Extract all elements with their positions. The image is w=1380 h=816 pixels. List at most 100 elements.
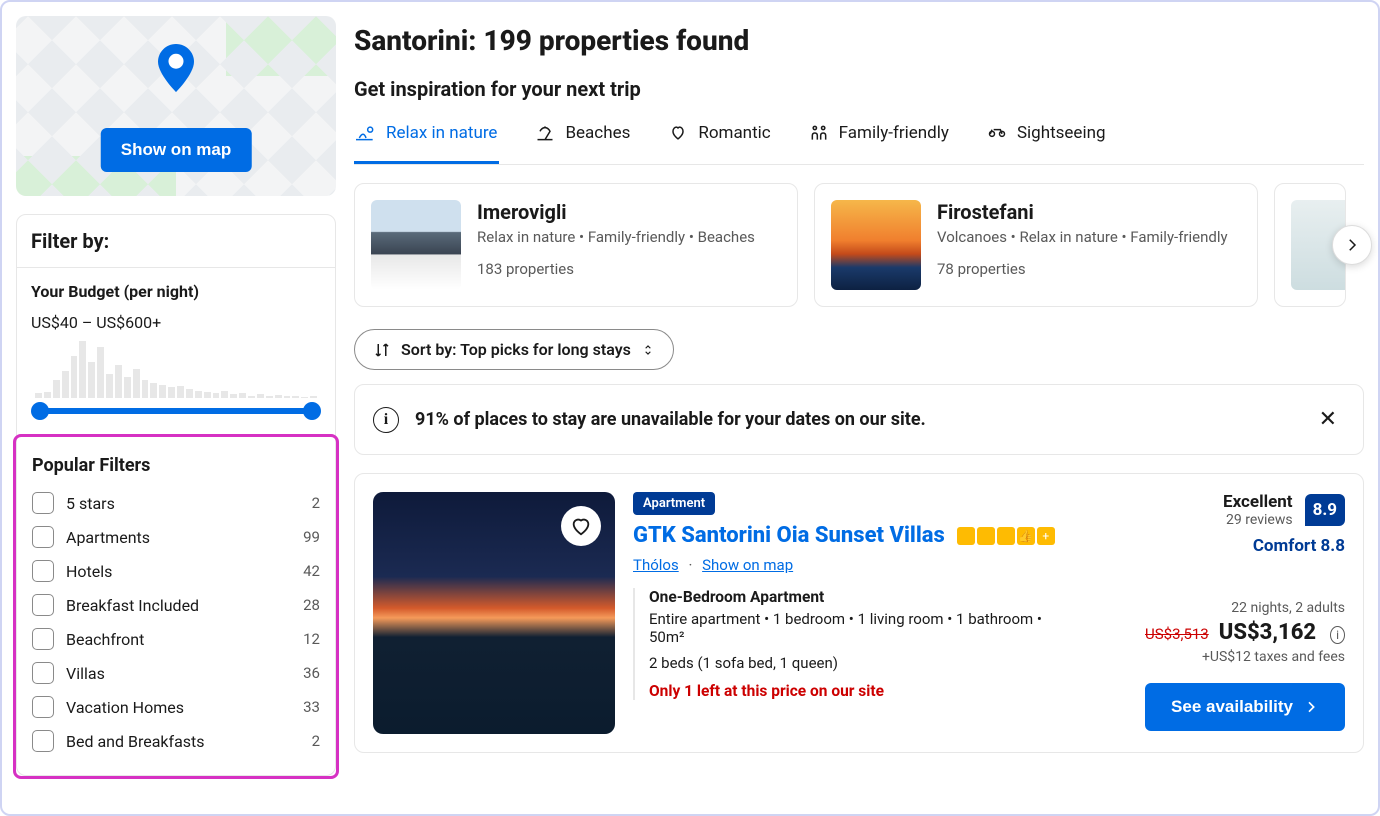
location-link[interactable]: Thólos [633,556,679,574]
filter-row[interactable]: Vacation Homes 33 [30,690,322,724]
banner-text: 91% of places to stay are unavailable fo… [415,409,1295,430]
filter-row[interactable]: 5 stars2 [30,486,322,520]
property-title-link[interactable]: GTK Santorini Oia Sunset Villas [633,523,945,548]
filter-count: 12 [303,630,320,648]
slider-knob-min[interactable] [31,402,49,420]
budget-range: US$40 – US$600+ [31,313,321,332]
budget-section: Your Budget (per night) US$40 – US$600+ [17,268,335,434]
price-current: US$3,162 [1219,620,1316,645]
inspiration-count: 183 properties [477,260,755,278]
inspiration-tabs: Relax in nature Beaches Romantic Family-… [354,113,1364,165]
inspiration-count: 78 properties [937,260,1228,278]
romantic-icon [668,123,688,143]
budget-slider[interactable] [31,400,321,420]
room-description: Entire apartment • 1 bedroom • 1 living … [649,610,1069,646]
inspiration-thumb [831,200,921,290]
filter-count: 33 [303,698,320,716]
review-score: 8.9 [1305,494,1345,526]
filter-label: Breakfast Included [66,596,199,615]
tab-family-friendly[interactable]: Family-friendly [807,113,951,164]
map-preview[interactable]: Show on map [16,16,336,196]
popular-filters-section: Popular Filters 5 stars2Apartments99Hote… [13,434,339,779]
tab-label: Sightseeing [1017,123,1106,143]
chevron-right-icon [1303,699,1319,715]
inspiration-heading: Get inspiration for your next trip [354,77,1364,101]
heart-icon [570,515,592,537]
inspiration-tags: Relax in nature • Family-friendly • Beac… [477,228,755,246]
filter-checkbox[interactable] [32,560,54,582]
filter-count: 2 [312,732,320,750]
chevron-updown-icon [641,343,655,357]
room-title: One-Bedroom Apartment [649,588,1145,606]
filter-row[interactable]: Bed and Breakfasts 2 [30,724,322,758]
tab-romantic[interactable]: Romantic [666,113,772,164]
tab-label: Beaches [565,123,630,143]
inspiration-cards: Imerovigli Relax in nature • Family-frie… [354,183,1364,307]
availability-banner: i 91% of places to stay are unavailable … [354,384,1364,455]
filter-label: Vacation Homes [66,698,184,717]
sort-label: Sort by: Top picks for long stays [401,340,631,359]
tab-label: Family-friendly [839,123,949,143]
filter-count: 42 [303,562,320,580]
score-word: Excellent [1223,492,1293,512]
map-pin-icon [158,44,194,96]
beach-icon [535,123,555,143]
filter-row[interactable]: Hotels42 [30,554,322,588]
binoculars-icon [987,123,1007,143]
inspiration-thumb [371,200,461,290]
filter-count: 2 [312,494,320,512]
filter-checkbox[interactable] [32,492,54,514]
chevron-right-icon [1343,236,1361,254]
inspiration-tags: Volcanoes • Relax in nature • Family-fri… [937,228,1228,246]
taxes-fees: +US$12 taxes and fees [1145,649,1345,665]
inspiration-card[interactable]: Firostefani Volcanoes • Relax in nature … [814,183,1258,307]
nature-icon [356,123,376,143]
inspiration-title: Imerovigli [477,200,755,224]
sort-icon [373,341,391,359]
plus-icon: + [1037,527,1055,545]
filter-checkbox[interactable] [32,526,54,548]
rating-tiles: 👍 + [957,527,1055,545]
filter-label: Apartments [66,528,150,547]
filter-checkbox[interactable] [32,662,54,684]
price-original: US$3,513 [1145,625,1209,643]
show-on-map-button[interactable]: Show on map [101,128,252,172]
property-thumb[interactable] [373,492,615,734]
thumbs-up-icon: 👍 [1017,527,1035,545]
filter-count: 36 [303,664,320,682]
inspiration-title: Firostefani [937,200,1228,224]
show-on-map-link[interactable]: Show on map [702,556,793,574]
price-info-icon[interactable]: i [1330,626,1345,644]
filter-row[interactable]: Villas36 [30,656,322,690]
wishlist-button[interactable] [561,506,601,546]
see-availability-button[interactable]: See availability [1145,683,1345,731]
tab-beaches[interactable]: Beaches [533,113,632,164]
filter-count: 28 [303,596,320,614]
slider-knob-max[interactable] [303,402,321,420]
filter-checkbox[interactable] [32,730,54,752]
filter-checkbox[interactable] [32,628,54,650]
property-card: Apartment GTK Santorini Oia Sunset Villa… [354,473,1364,753]
tab-relax-in-nature[interactable]: Relax in nature [354,113,499,164]
tab-sightseeing[interactable]: Sightseeing [985,113,1108,164]
filter-row[interactable]: Apartments99 [30,520,322,554]
filter-checkbox[interactable] [32,594,54,616]
sort-dropdown[interactable]: Sort by: Top picks for long stays [354,329,674,370]
tab-label: Relax in nature [386,123,497,143]
scroll-right-button[interactable] [1332,225,1372,265]
filter-row[interactable]: Breakfast Included 28 [30,588,322,622]
filter-label: Bed and Breakfasts [66,732,205,751]
tab-label: Romantic [698,123,770,143]
inspiration-card[interactable]: Imerovigli Relax in nature • Family-frie… [354,183,798,307]
filter-checkbox[interactable] [32,696,54,718]
family-icon [809,123,829,143]
banner-close-button[interactable]: ✕ [1311,403,1345,436]
review-count: 29 reviews [1223,512,1293,528]
property-type-badge: Apartment [633,492,715,515]
room-beds: 2 beds (1 sofa bed, 1 queen) [649,654,1145,672]
filter-label: Beachfront [66,630,144,649]
filter-panel: Filter by: Your Budget (per night) US$40… [16,214,336,776]
filter-row[interactable]: Beachfront 12 [30,622,322,656]
budget-title: Your Budget (per night) [31,282,321,301]
budget-histogram [31,338,321,398]
